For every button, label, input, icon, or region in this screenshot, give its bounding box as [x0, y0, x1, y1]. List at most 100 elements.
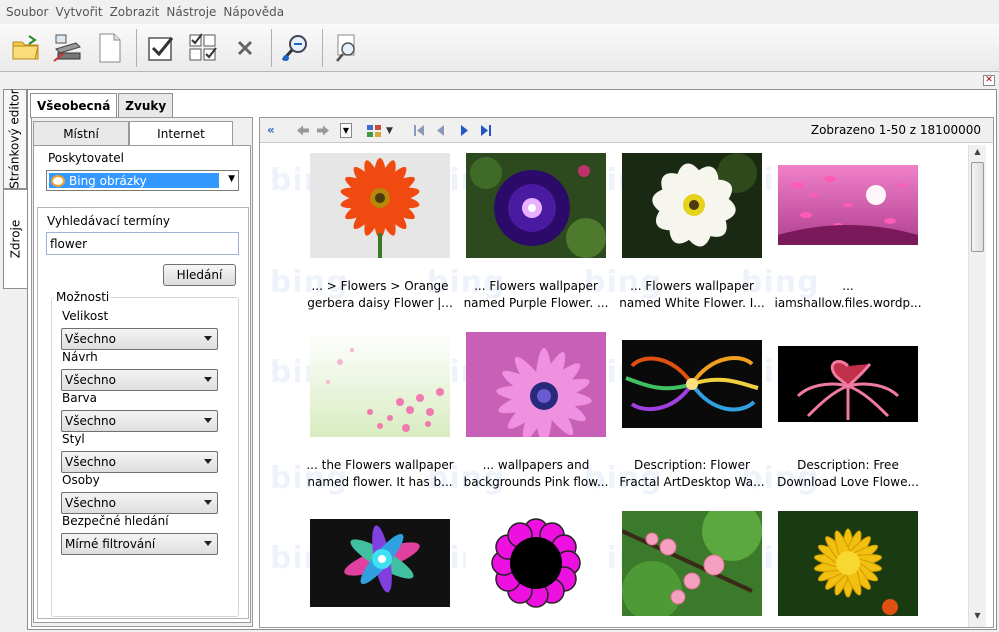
result-caption-2[interactable]: ... Flowers wallpaper named Purple Flower… — [458, 278, 614, 312]
layout-value: Všechno — [65, 373, 116, 387]
chevron-down-icon — [204, 418, 212, 423]
result-thumb-1[interactable] — [310, 153, 450, 258]
caption-line: ... — [842, 279, 854, 293]
panel-close-button[interactable]: ✕ — [983, 75, 995, 86]
delete-button[interactable] — [227, 30, 263, 66]
result-thumb-11[interactable] — [621, 501, 762, 621]
result-thumb-10[interactable] — [466, 517, 606, 609]
history-dropdown[interactable]: ▼ — [340, 123, 352, 138]
search-input[interactable] — [46, 232, 239, 255]
result-thumb-7[interactable] — [622, 340, 762, 428]
result-thumb-4[interactable] — [778, 165, 918, 245]
view-mode-icon[interactable] — [366, 123, 382, 138]
result-caption-5[interactable]: ... the Flowers wallpaper named flower. I… — [302, 457, 458, 491]
love-flower-image — [778, 346, 918, 422]
menu-tools[interactable]: Nástroje — [166, 5, 216, 19]
caption-line: backgrounds Pink flow... — [463, 475, 609, 489]
tab-sounds[interactable]: Zvuky — [118, 93, 174, 117]
result-caption-8[interactable]: Description: Free Download Love Flowe... — [770, 457, 926, 491]
caption-line: ... > Flowers > Orange — [311, 279, 449, 293]
results-count: Zobrazeno 1-50 z 18100000 — [810, 123, 981, 137]
people-label: Osoby — [62, 473, 100, 487]
result-thumb-2[interactable] — [466, 153, 606, 258]
caption-line: ... wallpapers and — [482, 458, 590, 472]
result-thumb-9[interactable] — [310, 519, 450, 607]
checkbox-icon — [148, 36, 174, 61]
scroll-down-icon[interactable]: ▼ — [969, 611, 986, 625]
caption-line: iamshallow.files.wordp... — [774, 296, 922, 310]
folder-icon — [12, 34, 39, 59]
collapse-icon[interactable]: « — [267, 123, 275, 137]
chevron-down-icon — [204, 541, 212, 546]
style-select[interactable]: Všechno — [61, 451, 218, 473]
caption-line: ... Flowers wallpaper — [630, 279, 754, 293]
result-caption-4[interactable]: ... iamshallow.files.wordp... — [770, 278, 926, 312]
close-icon: ✕ — [985, 75, 993, 85]
color-select[interactable]: Všechno — [61, 410, 218, 432]
result-caption-1[interactable]: ... > Flowers > Orange gerbera daisy Flow… — [302, 278, 458, 312]
side-tab-page-editor[interactable]: Stránkový editor — [3, 89, 27, 189]
caption-line: Description: Flower — [634, 458, 750, 472]
safe-search-select[interactable]: Mírné filtrování — [61, 533, 218, 555]
magenta-cartoon-flower-image — [466, 517, 606, 609]
results-scrollbar[interactable]: ▲ ▼ — [968, 145, 986, 627]
select-page-button[interactable] — [143, 30, 179, 66]
preview-button[interactable] — [329, 30, 365, 66]
menu-create[interactable]: Vytvořit — [55, 5, 102, 19]
result-caption-3[interactable]: ... Flowers wallpaper named White Flower.… — [614, 278, 770, 312]
preview-icon — [336, 34, 355, 62]
result-thumb-8[interactable] — [778, 346, 918, 422]
purple-flower-image — [466, 153, 606, 258]
result-thumb-12[interactable] — [778, 511, 918, 616]
side-tab-label: Stránkový editor — [8, 89, 23, 189]
search-button[interactable]: Hledání — [163, 264, 236, 286]
size-select[interactable]: Všechno — [61, 328, 218, 350]
size-label: Velikost — [62, 309, 109, 323]
people-select[interactable]: Všechno — [61, 492, 218, 514]
back-forward-icon[interactable] — [296, 124, 330, 137]
options-title: Možnosti — [54, 290, 112, 304]
caption-line: Fractal ArtDesktop Wa... — [619, 475, 765, 489]
caption-line: named White Flower. I... — [619, 296, 765, 310]
page-navigation-icons[interactable] — [414, 125, 496, 136]
chevron-down-icon[interactable]: ▼ — [386, 126, 393, 136]
result-caption-6[interactable]: ... wallpapers and backgrounds Pink flow.… — [458, 457, 614, 491]
toolbar-separator — [271, 28, 272, 67]
result-thumb-3[interactable] — [622, 153, 762, 258]
main-tabs: Všeobecná Zvuky — [30, 93, 174, 118]
caption-line: named Purple Flower. ... — [463, 296, 609, 310]
result-caption-7[interactable]: Description: Flower Fractal ArtDesktop Wa… — [614, 457, 770, 491]
scroll-thumb[interactable] — [971, 162, 984, 252]
side-tab-sources[interactable]: Zdroje — [3, 189, 27, 289]
menu-help[interactable]: Nápověda — [223, 5, 284, 19]
layout-select[interactable]: Všechno — [61, 369, 218, 391]
pink-blossoms-image — [310, 332, 450, 437]
tab-local[interactable]: Místní — [33, 121, 129, 145]
new-page-button[interactable] — [92, 30, 128, 66]
provider-value: Bing obrázky — [69, 173, 147, 188]
pink-petals-image — [778, 165, 918, 245]
result-thumb-5[interactable] — [310, 332, 450, 437]
result-thumb-6[interactable] — [466, 332, 606, 444]
chevron-down-icon — [204, 459, 212, 464]
pink-blossom-branch-image — [621, 501, 762, 621]
menu-view[interactable]: Zobrazit — [110, 5, 160, 19]
scroll-up-icon[interactable]: ▲ — [969, 147, 986, 161]
open-folder-button[interactable] — [8, 30, 44, 66]
toolbar-separator — [136, 28, 137, 67]
tab-internet[interactable]: Internet — [129, 121, 233, 146]
provider-select[interactable]: Bing obrázky ▼ — [46, 170, 239, 191]
caption-line: gerbera daisy Flower |... — [307, 296, 453, 310]
select-all-button[interactable] — [185, 30, 221, 66]
safe-search-value: Mírné filtrování — [65, 537, 156, 551]
search-terms-label: Vyhledávací termíny — [47, 214, 171, 228]
side-tab-label: Zdroje — [8, 219, 23, 259]
scanner-button[interactable] — [50, 30, 86, 66]
source-tabs: Místní Internet — [33, 121, 233, 146]
fractal-flower-image — [622, 340, 762, 428]
menu-file[interactable]: Soubor — [6, 5, 48, 19]
color-value: Všechno — [65, 414, 116, 428]
zoom-button[interactable] — [278, 30, 314, 66]
toolbar-separator — [322, 28, 323, 67]
tab-general[interactable]: Všeobecná — [30, 93, 118, 118]
